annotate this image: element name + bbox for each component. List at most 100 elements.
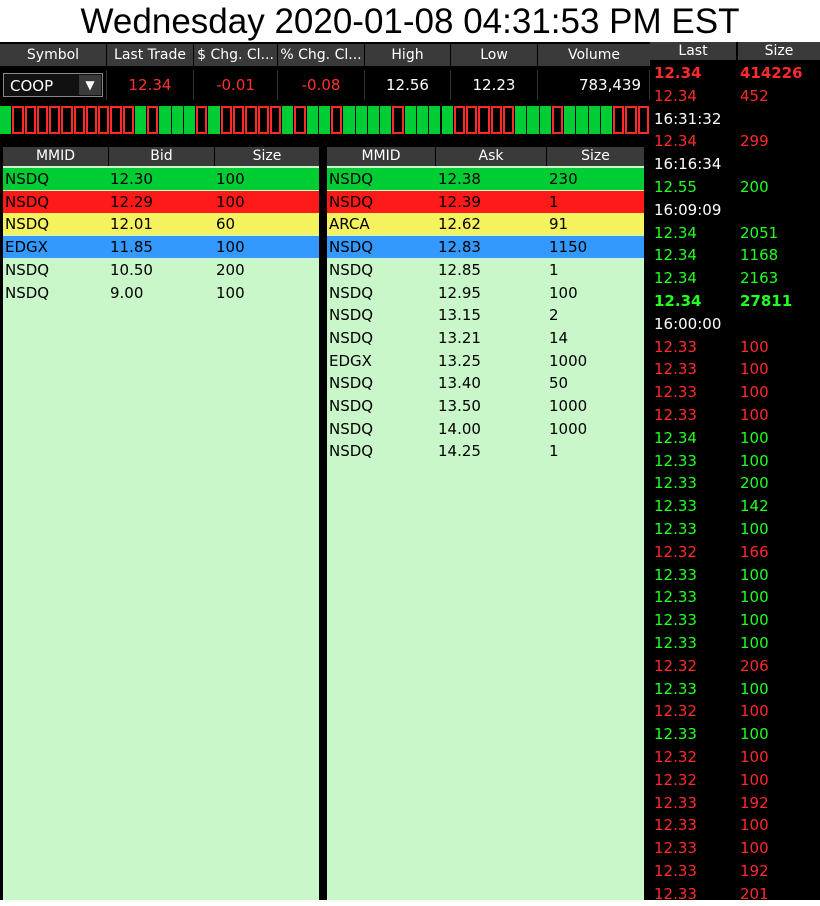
bid-row[interactable]: NSDQ 12.29 100 — [3, 190, 319, 213]
ts-time: 16:16:34 — [654, 155, 722, 174]
tick-block — [355, 106, 367, 134]
ts-trade-row: 12.33 100 — [650, 678, 820, 701]
header-volume[interactable]: Volume — [538, 44, 651, 66]
ask-price: 12.85 — [438, 260, 481, 279]
ask-row[interactable]: NSDQ 13.50 1000 — [327, 395, 644, 417]
ts-size: 100 — [740, 679, 769, 698]
tick-block — [159, 106, 171, 134]
header-last-trade[interactable]: Last Trade — [107, 44, 194, 66]
tick-block — [257, 106, 269, 134]
ask-row[interactable]: NSDQ 13.15 2 — [327, 304, 644, 326]
ts-trade-row: 12.32 166 — [650, 541, 820, 564]
ts-size: 100 — [740, 360, 769, 379]
ask-price: 12.39 — [438, 192, 481, 211]
chevron-down-icon[interactable]: ▼ — [79, 75, 101, 95]
bid-size: 100 — [216, 283, 245, 302]
bid-header-mmid[interactable]: MMID — [3, 147, 109, 166]
ts-trade-row: 12.33 100 — [650, 381, 820, 404]
bid-price: 9.00 — [110, 283, 144, 302]
bid-row[interactable]: NSDQ 12.01 60 — [3, 213, 319, 236]
ts-time-separator: 16:00:00 — [650, 313, 820, 336]
tick-block — [625, 106, 637, 134]
header-symbol[interactable]: Symbol — [0, 44, 107, 66]
ts-size: 299 — [740, 132, 769, 151]
ask-row[interactable]: EDGX 13.25 1000 — [327, 350, 644, 372]
ask-row[interactable]: NSDQ 12.38 230 — [327, 168, 644, 190]
tick-block — [24, 106, 36, 134]
ts-time-separator: 16:09:09 — [650, 199, 820, 222]
ask-size: 100 — [549, 283, 578, 302]
ts-price: 12.33 — [654, 793, 697, 812]
bid-header-size[interactable]: Size — [215, 147, 320, 166]
ts-header-size[interactable]: Size — [738, 42, 820, 60]
tick-block — [392, 106, 404, 134]
header-percent-change[interactable]: % Chg. Cl... — [278, 44, 365, 66]
bid-row[interactable]: NSDQ 12.30 100 — [3, 168, 319, 190]
tick-block — [331, 106, 343, 134]
ts-size: 2163 — [740, 269, 779, 288]
ask-row[interactable]: NSDQ 13.21 14 — [327, 327, 644, 349]
tick-block — [478, 106, 490, 134]
tick-block — [269, 106, 282, 134]
ask-header-size[interactable]: Size — [547, 147, 645, 166]
last-trade-value: 12.34 — [107, 70, 194, 100]
header-low[interactable]: Low — [451, 44, 538, 66]
tick-block — [527, 106, 539, 134]
ask-size: 230 — [549, 170, 578, 188]
tick-block — [367, 106, 380, 134]
ask-mmid: NSDQ — [329, 397, 374, 415]
ask-row[interactable]: NSDQ 13.40 50 — [327, 372, 644, 394]
bid-row[interactable]: NSDQ 10.50 200 — [3, 259, 319, 281]
ts-price: 12.34 — [654, 428, 697, 447]
ts-time-separator: 16:31:32 — [650, 108, 820, 131]
bid-row[interactable]: EDGX 11.85 100 — [3, 236, 319, 259]
ask-row[interactable]: NSDQ 12.39 1 — [327, 190, 644, 213]
ts-size: 192 — [740, 862, 769, 880]
bid-header-price[interactable]: Bid — [109, 147, 215, 166]
ask-size: 1000 — [549, 351, 588, 370]
bid-price: 12.01 — [110, 215, 153, 234]
ts-size: 100 — [740, 816, 769, 835]
bid-price: 12.30 — [110, 170, 153, 188]
ts-trade-row: 12.33 100 — [650, 723, 820, 746]
ts-size: 100 — [740, 428, 769, 447]
quote-header-row: Symbol Last Trade $ Chg. Cl... % Chg. Cl… — [0, 42, 651, 68]
symbol-cell: COOP ▼ — [0, 70, 107, 100]
ts-price: 12.33 — [654, 497, 697, 516]
ask-row[interactable]: ARCA 12.62 91 — [327, 213, 644, 236]
ask-header-price[interactable]: Ask — [436, 147, 547, 166]
header-dollar-change[interactable]: $ Chg. Cl... — [194, 44, 278, 66]
ask-mmid: NSDQ — [329, 306, 374, 325]
ts-trade-row: 12.33 100 — [650, 632, 820, 655]
ask-row[interactable]: NSDQ 14.00 1000 — [327, 418, 644, 440]
ts-trade-row: 12.33 100 — [650, 336, 820, 359]
ts-size: 142 — [740, 497, 769, 516]
ask-row[interactable]: NSDQ 12.83 1150 — [327, 236, 644, 259]
time-and-sales-panel: Last Size 12.34 414226 12.34 452 16:31:32 12.… — [650, 42, 820, 903]
ask-header-mmid[interactable]: MMID — [327, 147, 436, 166]
ask-row[interactable]: NSDQ 12.85 1 — [327, 259, 644, 281]
ask-row[interactable]: NSDQ 14.25 1 — [327, 440, 644, 462]
ts-header-last[interactable]: Last — [650, 42, 736, 60]
tick-block — [245, 106, 257, 134]
ts-price: 12.33 — [654, 360, 697, 379]
bid-mmid: NSDQ — [5, 260, 50, 279]
tick-block — [613, 106, 625, 134]
tick-block — [110, 106, 122, 134]
ts-price: 12.33 — [654, 588, 697, 607]
percent-change-value: -0.08 — [278, 70, 365, 100]
tick-block — [147, 106, 159, 134]
ask-mmid: NSDQ — [329, 442, 374, 461]
ts-price: 12.34 — [654, 64, 702, 82]
ts-price: 12.33 — [654, 679, 697, 698]
ask-size: 1 — [549, 442, 559, 461]
ask-row[interactable]: NSDQ 12.95 100 — [327, 282, 644, 304]
symbol-select[interactable]: COOP ▼ — [3, 73, 103, 97]
ts-price: 12.33 — [654, 862, 697, 880]
ask-mmid: NSDQ — [329, 238, 374, 257]
ts-price: 12.34 — [654, 292, 702, 310]
ts-time: 16:00:00 — [654, 314, 722, 333]
bid-row[interactable]: NSDQ 9.00 100 — [3, 282, 319, 304]
ts-price: 12.32 — [654, 542, 697, 561]
header-high[interactable]: High — [365, 44, 451, 66]
